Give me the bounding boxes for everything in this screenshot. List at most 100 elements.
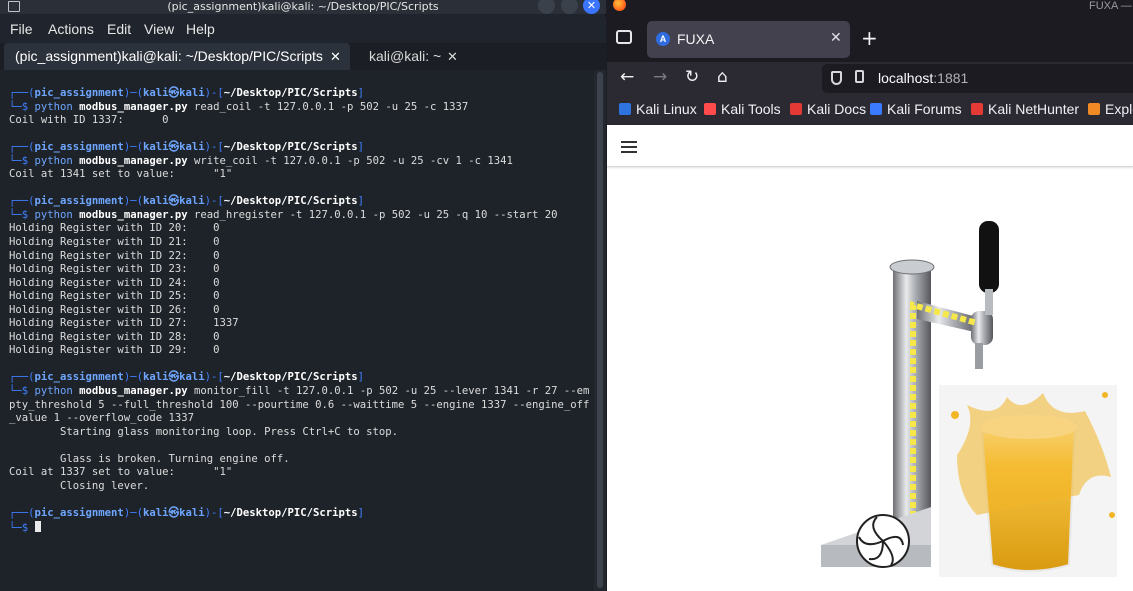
prompt-frame: )-[ — [204, 141, 224, 154]
output-text: Holding Register with ID 24: 0 — [9, 276, 220, 289]
beer-tap-scada-view — [821, 221, 1117, 577]
menu-help[interactable]: Help — [186, 21, 215, 37]
tap-handle-stem — [985, 289, 993, 315]
command-script: modbus_manager.py — [79, 208, 188, 221]
bookmark-kali-forums[interactable]: Kali Forums — [870, 101, 962, 117]
menu-file[interactable]: File — [10, 21, 33, 37]
command-args: monitor_fill -t 127.0.0.1 -p 502 -u 25 -… — [187, 385, 590, 398]
forward-arrow-icon[interactable]: → — [653, 67, 667, 87]
back-arrow-icon[interactable]: ← — [620, 67, 634, 87]
command-args: read_coil -t 127.0.0.1 -p 502 -u 25 -c 1… — [187, 100, 469, 113]
nethunter-icon — [971, 103, 983, 115]
prompt-user: kali — [142, 371, 169, 384]
bookmark-label: Kali Forums — [887, 101, 962, 117]
terminal-tab-home[interactable]: kali@kali: ~ ✕ — [356, 43, 474, 70]
list-all-tabs-icon[interactable] — [616, 30, 632, 44]
command-python: python — [34, 208, 80, 221]
tap-faucet — [971, 311, 993, 345]
bookmark-kali-nethunter[interactable]: Kali NetHunter — [971, 101, 1079, 117]
output-line: Glass is broken. Turning engine off. — [9, 453, 594, 467]
prompt-frame: ┌──( — [9, 506, 35, 519]
bookmarks-toolbar: Kali Linux Kali Tools Kali Docs Kali For… — [607, 95, 1133, 125]
tab-fuxa[interactable]: A FUXA ✕ — [647, 21, 850, 58]
prompt-directory: ~/Desktop/PIC/Scripts — [223, 141, 358, 154]
prompt-frame: ] — [357, 87, 365, 99]
bookmark-label: Explo — [1105, 101, 1133, 117]
command-python: python — [34, 385, 80, 398]
prompt-frame: )-[ — [204, 87, 224, 99]
prompt-user: kali — [142, 141, 169, 154]
prompt-frame: )─( — [123, 141, 143, 154]
command-line: └─$ python modbus_manager.py monitor_fil… — [9, 385, 594, 399]
output-line: Holding Register with ID 21: 0 — [9, 236, 594, 250]
command-line-wrap: pty_threshold 5 --full_threshold 100 --p… — [9, 399, 594, 413]
output-text: Holding Register with ID 25: 0 — [9, 290, 220, 303]
output-text: Holding Register with ID 22: 0 — [9, 249, 220, 262]
bookmark-kali-docs[interactable]: Kali Docs — [790, 101, 866, 117]
command-script: modbus_manager.py — [79, 385, 188, 398]
output-line: Holding Register with ID 26: 0 — [9, 304, 594, 318]
prompt-env: pic_assignment — [34, 141, 124, 154]
terminal-scrollbar[interactable] — [594, 70, 606, 591]
close-tab-icon[interactable]: ✕ — [447, 43, 458, 70]
reload-icon[interactable]: ↻ — [685, 67, 699, 87]
close-tab-icon[interactable]: ✕ — [330, 43, 341, 70]
close-tab-icon[interactable]: ✕ — [830, 29, 842, 46]
command-args: pty_threshold 5 --full_threshold 100 --p… — [9, 398, 590, 411]
menu-edit[interactable]: Edit — [107, 21, 131, 37]
terminal-window: (pic_assignment)kali@kali: ~/Desktop/PIC… — [0, 0, 606, 591]
bookmark-label: Kali Linux — [636, 101, 697, 117]
prompt-frame: ┌──( — [9, 371, 35, 384]
kali-tools-icon — [704, 103, 716, 115]
prompt-host: kali — [179, 195, 205, 208]
menu-view[interactable]: View — [144, 21, 174, 37]
scrollbar-thumb[interactable] — [597, 72, 603, 588]
tap-tower-cap — [889, 259, 935, 275]
splash-droplet — [1109, 512, 1115, 518]
bookmark-kali-tools[interactable]: Kali Tools — [704, 101, 781, 117]
kali-forums-icon — [870, 103, 882, 115]
command-args: _value 1 --overflow_code 1337 — [9, 412, 194, 425]
firefox-window: FUXA — A FUXA ✕ + ← → ↻ ⌂ localhost:1881… — [607, 0, 1133, 591]
bookmark-label: Kali Tools — [721, 101, 781, 117]
output-line: Holding Register with ID 27: 1337 — [9, 317, 594, 331]
tab-title: FUXA — [677, 31, 715, 47]
prompt-line: ┌──(pic_assignment)─(kali㉿kali)-[~/Deskt… — [9, 371, 594, 385]
terminal-output[interactable]: ┌──(pic_assignment)─(kali㉿kali)-[~/Deskt… — [0, 70, 594, 591]
fuxa-favicon-icon: A — [656, 32, 670, 46]
command-script: modbus_manager.py — [79, 154, 188, 167]
home-icon[interactable]: ⌂ — [717, 67, 728, 87]
bookmark-label: Kali Docs — [807, 101, 867, 117]
bookmark-exploit-db[interactable]: Explo — [1088, 101, 1133, 117]
output-line: Holding Register with ID 28: 0 — [9, 331, 594, 345]
prompt-line: ┌──(pic_assignment)─(kali㉿kali)-[~/Deskt… — [9, 141, 594, 155]
prompt-dollar: └─$ — [9, 521, 35, 534]
output-text: Glass is broken. Turning engine off. — [9, 452, 290, 465]
output-line: Holding Register with ID 23: 0 — [9, 263, 594, 277]
tap-handle — [979, 221, 999, 293]
terminal-window-title: (pic_assignment)kali@kali: ~/Desktop/PIC… — [167, 0, 439, 13]
prompt-at-symbol: ㉿ — [168, 87, 180, 99]
firefox-logo-icon — [613, 0, 626, 11]
prompt-at-symbol: ㉿ — [168, 141, 180, 154]
site-info-icon[interactable] — [855, 70, 864, 83]
prompt-frame: )-[ — [204, 195, 224, 208]
fuxa-header — [607, 125, 1133, 167]
output-line: Holding Register with ID 22: 0 — [9, 250, 594, 264]
terminal-tab-label: kali@kali: ~ — [369, 48, 442, 64]
hamburger-menu-icon[interactable] — [621, 141, 637, 153]
new-tab-button[interactable]: + — [861, 26, 878, 50]
tracking-shield-icon[interactable] — [831, 71, 842, 85]
output-text: Coil with ID 1337: 0 — [9, 114, 169, 127]
url-text[interactable]: localhost:1881 — [878, 70, 968, 86]
output-line: Holding Register with ID 24: 0 — [9, 277, 594, 291]
url-bar[interactable]: localhost:1881 — [822, 64, 1133, 93]
menu-actions[interactable]: Actions — [48, 21, 94, 37]
prompt-frame: ] — [357, 195, 365, 208]
terminal-tab-scripts[interactable]: (pic_assignment)kali@kali: ~/Desktop/PIC… — [4, 43, 350, 70]
active-command-line: └─$ — [9, 520, 594, 535]
text-cursor[interactable] — [34, 520, 41, 532]
bookmark-kali-linux[interactable]: Kali Linux — [619, 101, 697, 117]
